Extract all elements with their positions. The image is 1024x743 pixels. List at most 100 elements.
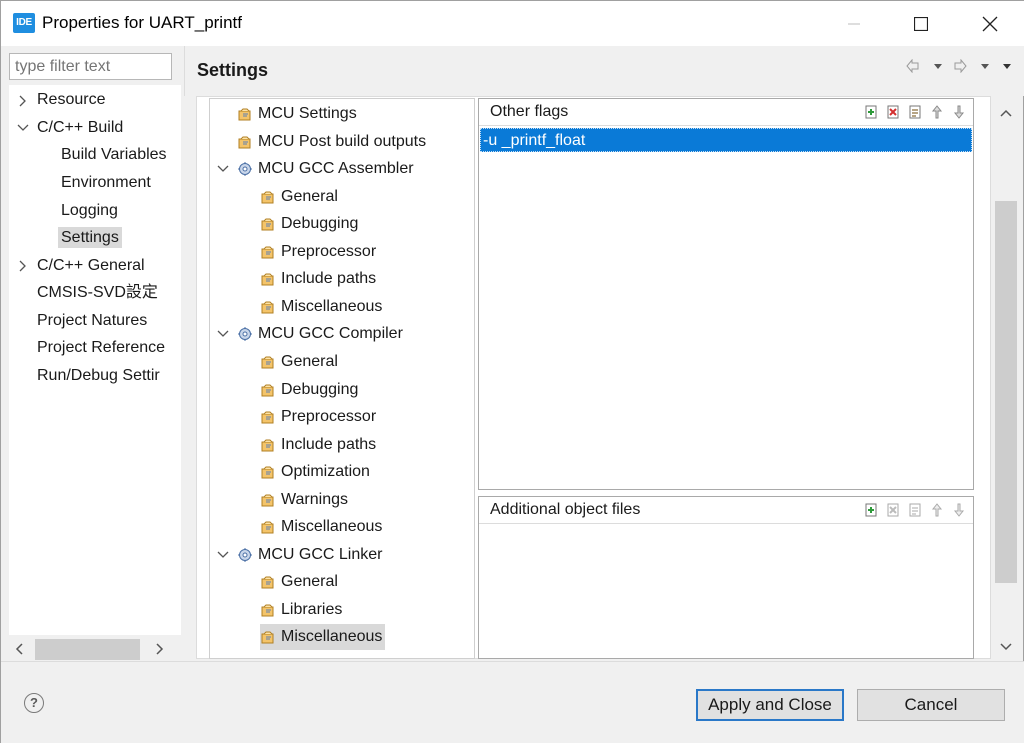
settings-page-icon [261, 384, 274, 397]
back-arrow-icon[interactable] [906, 59, 920, 73]
settings-page-icon [261, 631, 274, 644]
nav-horizontal-scrollbar[interactable] [9, 637, 182, 662]
settings-vertical-scrollbar[interactable] [991, 96, 1021, 659]
settings-page-icon [261, 246, 274, 259]
settings-page-icon [261, 411, 274, 424]
maximize-button[interactable] [898, 1, 944, 46]
delete-icon[interactable] [885, 104, 901, 120]
tree-item-cc-optimization[interactable]: Optimization [260, 459, 373, 485]
forward-arrow-icon[interactable] [953, 59, 967, 73]
add-icon[interactable] [863, 502, 879, 518]
edit-icon[interactable] [907, 104, 923, 120]
tree-item-asm-include-paths[interactable]: Include paths [260, 266, 379, 292]
settings-page-icon [261, 576, 274, 589]
property-page-tree: Resource C/C++ Build Build Variables Env… [9, 85, 181, 635]
ide-app-icon: IDE [13, 13, 35, 33]
tree-item-gcc-assembler[interactable]: MCU GCC Assembler [237, 156, 417, 182]
tree-item-cc-preprocessor[interactable]: Preprocessor [260, 404, 379, 430]
settings-page-icon [261, 466, 274, 479]
dialog-footer: ? Apply and Close Cancel [1, 661, 1024, 743]
tree-item-gcc-linker[interactable]: MCU GCC Linker [237, 542, 385, 568]
scroll-up-icon[interactable] [1000, 108, 1012, 120]
page-title: Settings [197, 60, 269, 80]
delete-icon[interactable] [885, 502, 901, 518]
nav-item-c-cpp-general[interactable]: C/C++ General [37, 252, 145, 279]
maximize-icon [914, 16, 928, 31]
settings-page-icon [261, 521, 274, 534]
scroll-right-icon[interactable] [153, 642, 165, 656]
nav-item-resource[interactable]: Resource [37, 86, 105, 113]
window-title: Properties for UART_printf [42, 13, 242, 32]
scroll-thumb[interactable] [35, 639, 140, 660]
settings-page-icon [238, 108, 251, 121]
settings-page-icon [261, 439, 274, 452]
chevron-right-icon[interactable] [17, 95, 29, 107]
tree-item-cc-miscellaneous[interactable]: Miscellaneous [260, 514, 385, 540]
tree-item-ld-general[interactable]: General [260, 569, 341, 595]
nav-item-cmsis-svd[interactable]: CMSIS-SVD設定 [37, 279, 158, 306]
tree-item-ld-libraries[interactable]: Libraries [260, 597, 345, 623]
scroll-down-icon[interactable] [1000, 640, 1012, 652]
flag-row[interactable]: -u _printf_float [480, 128, 972, 152]
chevron-down-icon[interactable] [217, 163, 229, 175]
settings-page-icon [261, 356, 274, 369]
tree-item-cc-general[interactable]: General [260, 349, 341, 375]
nav-item-c-cpp-build[interactable]: C/C++ Build [37, 114, 123, 141]
cancel-button[interactable]: Cancel [857, 689, 1005, 721]
chevron-right-icon[interactable] [17, 260, 29, 272]
properties-dialog: IDE Properties for UART_printf Resource … [0, 0, 1024, 743]
close-button[interactable] [967, 1, 1013, 46]
nav-item-logging[interactable]: Logging [61, 197, 118, 224]
additional-object-files-title: Additional object files [490, 501, 641, 518]
move-up-icon[interactable] [929, 104, 945, 120]
tree-item-asm-miscellaneous[interactable]: Miscellaneous [260, 294, 385, 320]
nav-item-build-variables[interactable]: Build Variables [61, 141, 167, 168]
tool-gear-icon [238, 548, 252, 562]
chevron-down-icon[interactable] [217, 549, 229, 561]
tree-item-cc-warnings[interactable]: Warnings [260, 487, 351, 513]
minimize-button[interactable] [831, 1, 877, 46]
other-flags-toolbar [863, 104, 967, 120]
additional-object-files-toolbar [863, 502, 967, 518]
minimize-icon [848, 23, 860, 24]
settings-page-icon [261, 273, 274, 286]
tree-item-mcu-settings[interactable]: MCU Settings [237, 101, 360, 127]
settings-page-icon [261, 191, 274, 204]
move-down-icon[interactable] [951, 104, 967, 120]
tree-item-ld-miscellaneous[interactable]: Miscellaneous [260, 624, 386, 650]
other-flags-panel: Other flags -u _printf_float [478, 98, 974, 490]
tree-item-cc-include-paths[interactable]: Include paths [260, 432, 379, 458]
filter-input[interactable] [9, 53, 172, 80]
scroll-thumb[interactable] [995, 201, 1017, 583]
tool-gear-icon [238, 162, 252, 176]
nav-item-run-debug-settings[interactable]: Run/Debug Settir [37, 362, 160, 389]
nav-item-environment[interactable]: Environment [61, 169, 151, 196]
help-icon[interactable]: ? [24, 693, 44, 713]
chevron-down-icon[interactable] [217, 328, 229, 340]
nav-item-project-references[interactable]: Project Reference [37, 334, 165, 361]
tree-item-cc-debugging[interactable]: Debugging [260, 377, 361, 403]
tree-item-mcu-post-build[interactable]: MCU Post build outputs [237, 129, 429, 155]
move-up-icon[interactable] [929, 502, 945, 518]
tool-gear-icon [238, 327, 252, 341]
scroll-left-icon[interactable] [14, 642, 26, 656]
additional-object-files-panel: Additional object files [478, 496, 974, 659]
forward-dropdown-icon[interactable] [978, 59, 992, 73]
chevron-down-icon[interactable] [17, 122, 29, 134]
nav-item-project-natures[interactable]: Project Natures [37, 307, 147, 334]
additional-object-files-header: Additional object files [479, 497, 973, 524]
title-bar: IDE Properties for UART_printf [1, 1, 1024, 46]
settings-page-icon [238, 136, 251, 149]
nav-item-settings[interactable]: Settings [58, 224, 122, 251]
add-icon[interactable] [863, 104, 879, 120]
tree-item-asm-general[interactable]: General [260, 184, 341, 210]
tree-item-asm-preprocessor[interactable]: Preprocessor [260, 239, 379, 265]
tree-item-asm-debugging[interactable]: Debugging [260, 211, 361, 237]
apply-and-close-button[interactable]: Apply and Close [696, 689, 844, 721]
back-dropdown-icon[interactable] [931, 59, 945, 73]
tool-settings-tree: MCU Settings MCU Post build outputs MCU … [209, 98, 475, 659]
edit-icon[interactable] [907, 502, 923, 518]
tree-item-gcc-compiler[interactable]: MCU GCC Compiler [237, 321, 406, 347]
view-menu-icon[interactable] [1000, 59, 1014, 73]
move-down-icon[interactable] [951, 502, 967, 518]
